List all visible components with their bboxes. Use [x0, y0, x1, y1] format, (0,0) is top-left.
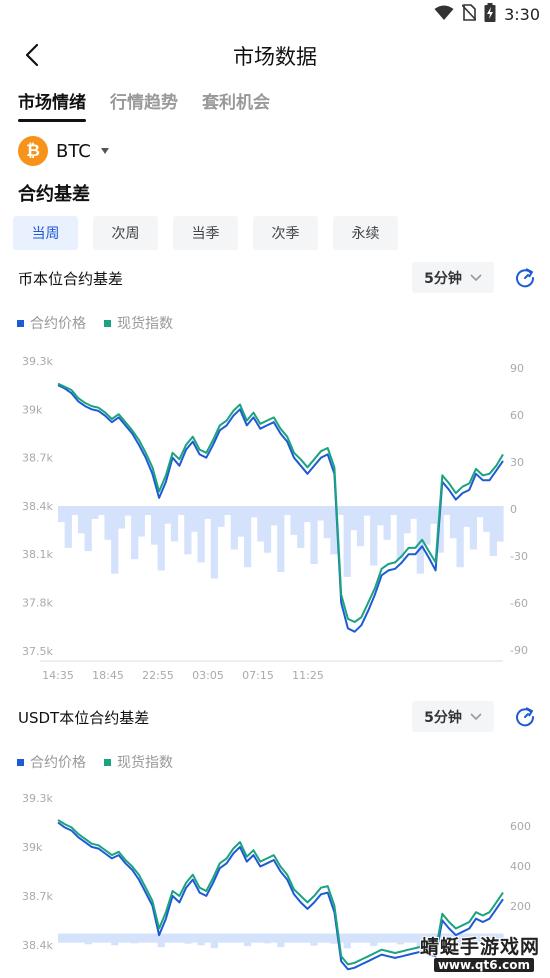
y-left-tick-label: 37.8k — [22, 597, 53, 610]
y-right-tick-label: 600 — [510, 820, 531, 833]
period-next-week[interactable]: 次周 — [93, 216, 158, 250]
x-tick-label: 18:45 — [92, 669, 124, 682]
interval-select[interactable]: 5分钟 — [412, 262, 494, 293]
period-this-quarter[interactable]: 当季 — [173, 216, 238, 250]
legend-item-contract[interactable]: 合约价格 — [17, 313, 86, 333]
tab-market-trend[interactable]: 行情趋势 — [110, 88, 178, 122]
legend-item-spot[interactable]: 现货指数 — [104, 752, 173, 772]
basis-bar — [456, 506, 464, 568]
page-title: 市场数据 — [233, 45, 317, 69]
watermark-url: www.qt6.com — [433, 958, 534, 972]
legend-chart-1: 合约价格 现货指数 — [17, 313, 173, 333]
wifi-icon — [434, 5, 454, 25]
x-tick-label: 03:05 — [192, 669, 224, 682]
legend-swatch — [17, 758, 24, 766]
legend-label: 现货指数 — [117, 755, 173, 771]
y-left-tick-label: 38.1k — [22, 548, 53, 561]
y-left-tick-label: 38.7k — [22, 890, 53, 903]
basis-bar — [210, 506, 219, 579]
coin-selector[interactable]: ₿ BTC — [18, 136, 109, 166]
btc-icon: ₿ — [18, 136, 48, 166]
basis-bar — [343, 506, 351, 577]
legend-swatch — [104, 758, 111, 766]
x-tick-label: 11:25 — [292, 669, 324, 682]
battery-charging-icon — [484, 3, 496, 26]
interval-label: 5分钟 — [424, 270, 462, 287]
y-right-tick-label: -90 — [510, 644, 528, 657]
y-right-tick-label: 200 — [510, 900, 531, 913]
legend-item-contract[interactable]: 合约价格 — [17, 752, 86, 772]
chevron-down-icon — [470, 273, 482, 281]
interval-label: 5分钟 — [424, 709, 462, 726]
chart-header-usdt-margined: USDT本位合约基差 5分钟 — [18, 701, 536, 733]
status-icons: 3:30 — [434, 3, 540, 26]
basis-bar — [277, 506, 285, 573]
y-right-tick-label: -60 — [510, 597, 528, 610]
refresh-icon — [516, 707, 535, 727]
nav-bar: 市场数据 — [0, 30, 550, 78]
status-time: 3:30 — [504, 5, 540, 24]
chevron-down-icon — [470, 712, 482, 720]
x-tick-label: 07:15 — [242, 669, 274, 682]
chart-title: USDT本位合约基差 — [18, 708, 150, 727]
period-this-week[interactable]: 当周 — [13, 216, 78, 250]
legend-label: 现货指数 — [117, 316, 173, 332]
y-left-tick-label: 37.5k — [22, 645, 53, 658]
y-left-tick-label: 38.4k — [22, 500, 53, 513]
basis-bar — [243, 506, 252, 568]
legend-item-spot[interactable]: 现货指数 — [104, 313, 173, 333]
y-right-tick-label: 400 — [510, 860, 531, 873]
y-left-tick-label: 39k — [22, 403, 43, 416]
legend-swatch — [17, 319, 24, 327]
period-selector: 当周 次周 当季 次季 永续 — [13, 216, 398, 250]
refresh-button[interactable] — [514, 706, 536, 728]
y-left-tick-label: 39.3k — [22, 792, 53, 805]
chart-header-coin-margined: 币本位合约基差 5分钟 — [18, 262, 536, 294]
interval-select[interactable]: 5分钟 — [412, 701, 494, 732]
refresh-button[interactable] — [514, 267, 536, 289]
period-next-quarter[interactable]: 次季 — [253, 216, 318, 250]
spot-index-line — [57, 382, 504, 623]
y-left-tick-label: 39.3k — [22, 355, 53, 368]
period-perpetual[interactable]: 永续 — [333, 216, 398, 250]
caret-down-icon — [100, 148, 109, 154]
basis-bar — [111, 506, 119, 574]
basis-zero-band — [58, 506, 503, 515]
y-left-tick-label: 38.4k — [22, 939, 53, 952]
y-left-tick-label: 38.7k — [22, 452, 53, 465]
legend-chart-2: 合约价格 现货指数 — [17, 752, 173, 772]
y-right-tick-label: -30 — [510, 550, 528, 563]
x-tick-label: 22:55 — [142, 669, 174, 682]
status-bar: 3:30 — [0, 0, 550, 26]
coin-margined-basis-chart[interactable]: 39.3k 39k 38.7k 38.4k 38.1k 37.8k 37.5k 90 60 30 0… — [0, 340, 550, 690]
tab-bar: 市场情绪 行情趋势 套利机会 — [18, 88, 270, 122]
no-sim-icon — [461, 4, 477, 25]
section-title: 合约基差 — [18, 184, 90, 205]
y-right-tick-label: 60 — [510, 409, 524, 422]
x-tick-label: 14:35 — [42, 669, 74, 682]
y-right-tick-label: 30 — [510, 456, 524, 469]
basis-bar — [157, 506, 165, 571]
watermark-name: 蜻蜓手游戏网 — [419, 936, 540, 958]
y-right-tick-label: 90 — [510, 362, 524, 375]
coin-name: BTC — [56, 140, 91, 162]
tab-arbitrage[interactable]: 套利机会 — [202, 88, 270, 122]
y-left-tick-label: 39k — [22, 841, 43, 854]
watermark: 蜻蜓手游戏网 www.qt6.com — [414, 928, 550, 978]
legend-label: 合约价格 — [30, 316, 86, 332]
legend-label: 合约价格 — [30, 755, 86, 771]
legend-swatch — [104, 319, 111, 327]
tab-market-sentiment[interactable]: 市场情绪 — [18, 88, 86, 122]
chart-title: 币本位合约基差 — [18, 269, 124, 288]
y-right-tick-label: 0 — [510, 503, 517, 516]
refresh-icon — [516, 268, 535, 288]
